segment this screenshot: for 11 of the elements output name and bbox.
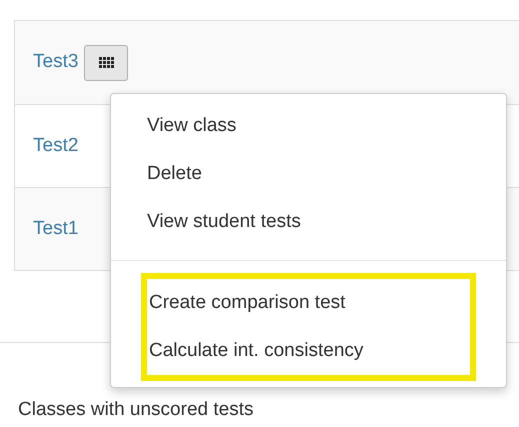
menu-button[interactable] <box>84 44 128 80</box>
menu-item[interactable]: Delete <box>111 150 506 198</box>
test-link[interactable]: Test1 <box>33 214 78 244</box>
test-link[interactable]: Test3 <box>33 48 78 77</box>
section-heading: Classes with unscored tests <box>17 399 254 421</box>
menu-item[interactable]: View class <box>111 102 506 150</box>
test-link[interactable]: Test2 <box>33 132 78 160</box>
menu-item[interactable]: Create comparison test <box>147 279 470 327</box>
menu-item[interactable]: View student tests <box>111 198 506 246</box>
menu-item[interactable]: Calculate int. consistency <box>147 327 470 375</box>
grid-icon <box>98 57 114 68</box>
